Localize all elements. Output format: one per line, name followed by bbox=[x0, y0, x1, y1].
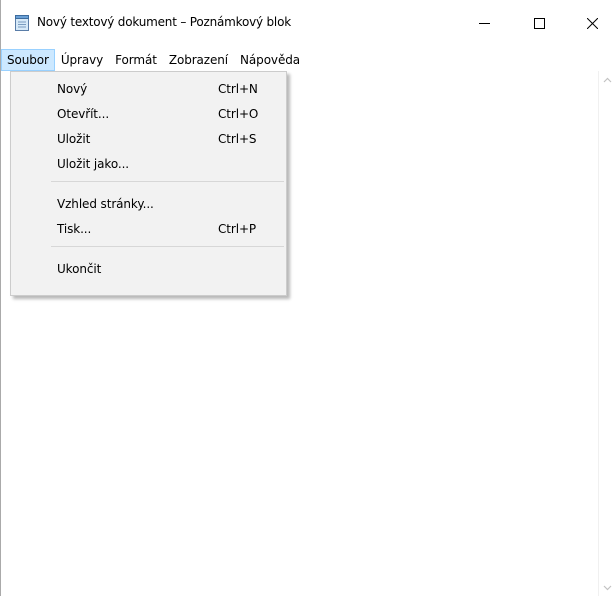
menu-item-label: Otevřít... bbox=[57, 107, 110, 121]
menu-item-label: Tisk... bbox=[57, 222, 92, 236]
menu-item-page-setup[interactable]: Vzhled stránky... bbox=[13, 193, 284, 215]
file-menu-dropdown: Nový Ctrl+N Otevřít... Ctrl+O Uložit Ctr… bbox=[10, 71, 287, 296]
minimize-button[interactable] bbox=[461, 0, 507, 46]
menu-separator bbox=[51, 181, 284, 182]
close-button[interactable] bbox=[569, 0, 615, 46]
menu-soubor[interactable]: Soubor bbox=[1, 48, 55, 71]
menu-bar: Soubor Úpravy Formát Zobrazení Nápověda bbox=[1, 48, 615, 71]
window-title: Nový textový dokument – Poznámkový blok bbox=[37, 15, 291, 29]
menu-item-shortcut: Ctrl+N bbox=[218, 82, 258, 96]
menu-napoveda[interactable]: Nápověda bbox=[234, 49, 306, 71]
vertical-scrollbar[interactable] bbox=[598, 71, 615, 596]
notepad-icon bbox=[15, 15, 29, 31]
menu-separator bbox=[51, 246, 284, 247]
menu-item-label: Uložit bbox=[57, 132, 91, 146]
close-icon bbox=[586, 17, 598, 29]
menu-upravy[interactable]: Úpravy bbox=[55, 49, 109, 71]
scroll-down-icon[interactable] bbox=[603, 583, 612, 592]
maximize-icon bbox=[533, 17, 545, 29]
menu-item-exit[interactable]: Ukončit bbox=[13, 258, 284, 280]
menu-item-shortcut: Ctrl+P bbox=[218, 222, 257, 236]
menu-item-save[interactable]: Uložit Ctrl+S bbox=[13, 128, 284, 150]
menu-item-new[interactable]: Nový Ctrl+N bbox=[13, 78, 284, 100]
menu-format[interactable]: Formát bbox=[109, 49, 163, 71]
scroll-up-icon[interactable] bbox=[603, 76, 612, 85]
menu-item-shortcut: Ctrl+S bbox=[218, 132, 257, 146]
menu-item-label: Vzhled stránky... bbox=[57, 197, 154, 211]
menu-item-open[interactable]: Otevřít... Ctrl+O bbox=[13, 103, 284, 125]
menu-zobrazeni[interactable]: Zobrazení bbox=[163, 49, 234, 71]
maximize-button[interactable] bbox=[516, 0, 562, 46]
minimize-icon bbox=[478, 22, 490, 24]
menu-item-save-as[interactable]: Uložit jako... bbox=[13, 153, 284, 175]
menu-item-shortcut: Ctrl+O bbox=[218, 107, 259, 121]
notepad-window: Nový textový dokument – Poznámkový blok … bbox=[0, 0, 615, 596]
menu-item-label: Nový bbox=[57, 82, 88, 96]
menu-item-label: Ukončit bbox=[57, 262, 102, 276]
menu-item-label: Uložit jako... bbox=[57, 157, 129, 171]
menu-item-print[interactable]: Tisk... Ctrl+P bbox=[13, 218, 284, 240]
title-bar[interactable]: Nový textový dokument – Poznámkový blok bbox=[1, 0, 615, 48]
